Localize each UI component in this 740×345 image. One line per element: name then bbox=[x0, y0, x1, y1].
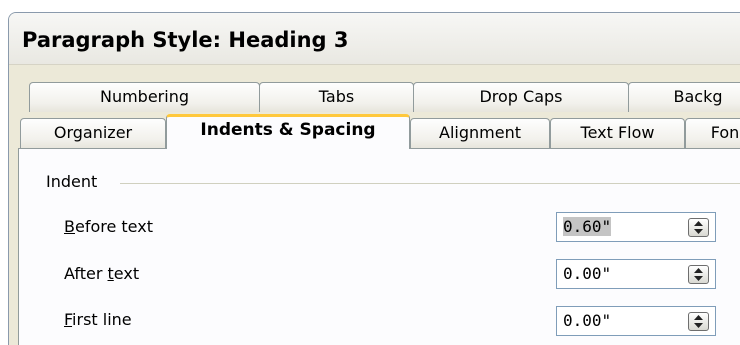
title-bar[interactable]: Paragraph Style: Heading 3 bbox=[9, 13, 740, 65]
before-text-label: Before text bbox=[64, 217, 153, 236]
tab-font[interactable]: Fon bbox=[685, 118, 740, 148]
before-text-field[interactable]: 0.60" bbox=[556, 212, 716, 242]
first-line-label: First line bbox=[64, 310, 132, 329]
tab-background[interactable]: Backg bbox=[628, 82, 740, 112]
spin-arrows-icon bbox=[694, 221, 703, 234]
before-text-value: 0.60" bbox=[563, 217, 612, 236]
first-line-value: 0.00" bbox=[563, 311, 612, 330]
first-line-field[interactable]: 0.00" bbox=[556, 306, 716, 336]
tab-organizer[interactable]: Organizer bbox=[20, 118, 166, 148]
tab-alignment[interactable]: Alignment bbox=[410, 118, 550, 148]
after-text-label-rest: ext bbox=[113, 264, 140, 283]
first-line-label-rest: irst line bbox=[72, 310, 132, 329]
before-text-mnemonic: B bbox=[64, 217, 75, 236]
spin-arrows-icon bbox=[694, 315, 703, 328]
tab-tabs[interactable]: Tabs bbox=[259, 82, 414, 112]
after-text-field[interactable]: 0.00" bbox=[556, 259, 716, 289]
tab-indents-spacing[interactable]: Indents & Spacing bbox=[166, 114, 410, 149]
after-text-label-pre: After bbox=[64, 264, 108, 283]
spin-arrows-icon bbox=[694, 268, 703, 281]
tab-numbering[interactable]: Numbering bbox=[29, 82, 260, 112]
after-text-value: 0.00" bbox=[563, 264, 612, 283]
tab-drop-caps[interactable]: Drop Caps bbox=[413, 82, 629, 112]
after-text-label: After text bbox=[64, 264, 139, 283]
dialog-title: Paragraph Style: Heading 3 bbox=[22, 28, 349, 52]
before-text-label-rest: efore text bbox=[74, 217, 153, 236]
indent-group-label: Indent bbox=[46, 172, 104, 191]
tab-text-flow[interactable]: Text Flow bbox=[550, 118, 685, 148]
after-text-spin-button[interactable] bbox=[688, 265, 709, 284]
first-line-spin-button[interactable] bbox=[688, 312, 709, 331]
before-text-spin-button[interactable] bbox=[688, 218, 709, 237]
first-line-mnemonic: F bbox=[64, 310, 73, 329]
indent-group-divider bbox=[120, 183, 740, 184]
